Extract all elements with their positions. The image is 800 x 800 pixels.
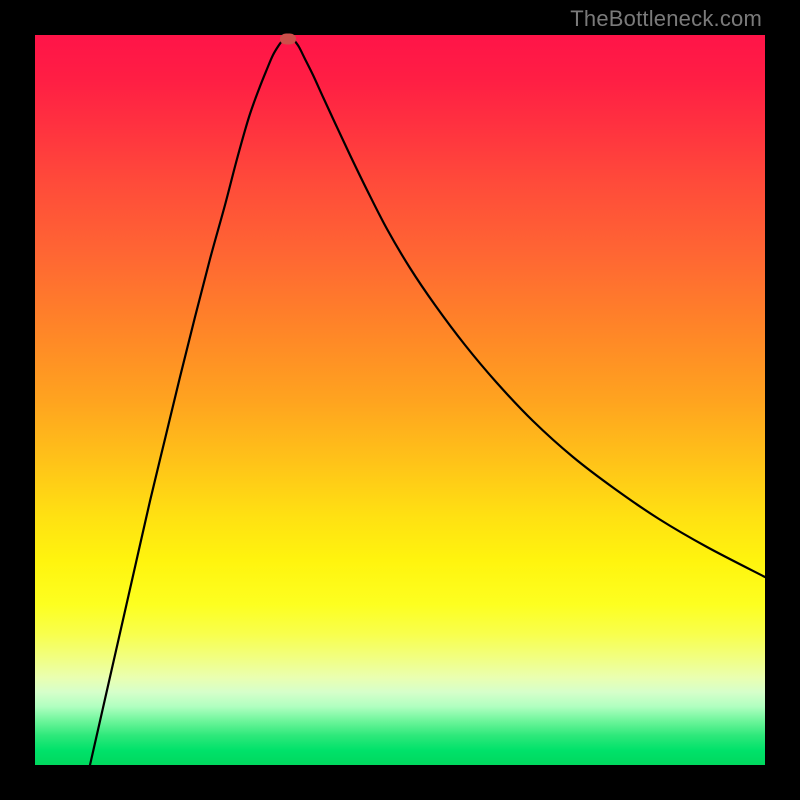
curve-right-branch <box>294 40 765 577</box>
optimal-point-marker <box>280 34 296 45</box>
chart-frame: TheBottleneck.com <box>0 0 800 800</box>
bottleneck-curve <box>35 35 765 765</box>
curve-left-branch <box>90 40 283 765</box>
watermark-text: TheBottleneck.com <box>570 6 762 32</box>
plot-area <box>35 35 765 765</box>
